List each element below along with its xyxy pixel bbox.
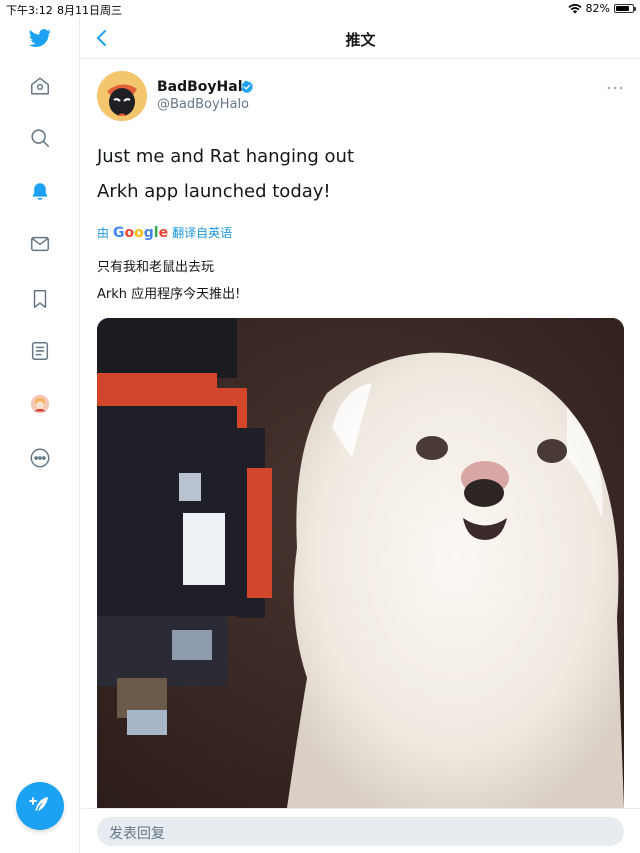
sidebar — [0, 18, 80, 853]
search-icon[interactable] — [28, 126, 52, 150]
author-avatar[interactable] — [97, 71, 147, 121]
tweet-text-line: Arkh app launched today! — [97, 181, 331, 202]
home-icon[interactable] — [28, 74, 52, 98]
reply-bar: 发表回复 — [81, 808, 640, 853]
translated-text-line: Arkh 应用程序今天推出! — [97, 287, 241, 302]
battery-percent: 82% — [585, 2, 610, 15]
translate-attribution[interactable]: 由 Google 翻译自英语 — [97, 224, 232, 241]
notifications-bell-icon[interactable] — [28, 180, 52, 204]
compose-tweet-button[interactable] — [16, 782, 64, 830]
battery-icon — [614, 4, 636, 13]
reply-input[interactable]: 发表回复 — [97, 817, 624, 846]
google-logo: Google — [113, 224, 169, 241]
more-options-icon[interactable] — [28, 446, 52, 470]
status-right: 82% — [567, 2, 636, 15]
verified-badge-icon — [241, 80, 254, 94]
status-date: 8月11日周三 — [57, 4, 122, 17]
translated-text-line: 只有我和老鼠出去玩 — [97, 260, 215, 275]
twitter-bird-icon[interactable] — [28, 26, 52, 50]
status-time: 下午3:12 — [6, 4, 53, 17]
author-handle[interactable]: @BadBoyHalo — [157, 97, 249, 112]
wifi-icon — [567, 4, 582, 14]
status-bar: 下午3:12 8月11日周三 82% — [0, 0, 640, 18]
author-name[interactable]: BadBoyHalo — [157, 79, 252, 95]
tweet-text-line: Just me and Rat hanging out — [97, 146, 355, 167]
bookmarks-icon[interactable] — [28, 287, 52, 311]
tweet-more-button[interactable] — [605, 80, 625, 94]
page-title: 推文 — [345, 31, 376, 49]
ellipsis-icon — [607, 86, 623, 90]
top-bar: 推文 — [81, 18, 640, 59]
profile-avatar[interactable] — [28, 392, 52, 416]
lists-icon[interactable] — [28, 339, 52, 363]
messages-icon[interactable] — [28, 232, 52, 256]
translate-suffix: 翻译自英语 — [172, 226, 233, 240]
translate-prefix: 由 — [97, 226, 110, 240]
compose-tweet-icon — [29, 797, 48, 811]
tweet-media-image[interactable] — [97, 318, 624, 808]
